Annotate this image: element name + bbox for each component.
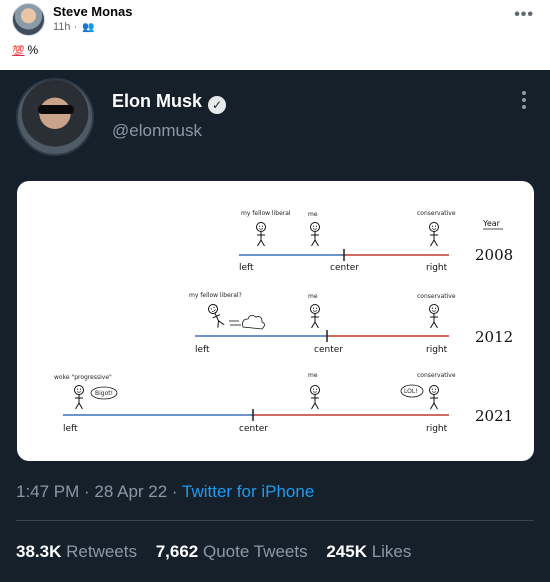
author-name[interactable]: Steve Monas — [53, 4, 132, 19]
tweet-source-link[interactable]: Twitter for iPhone — [182, 482, 314, 501]
ellipsis-icon[interactable]: ••• — [514, 6, 534, 24]
caption-conservative: conservative — [417, 372, 456, 379]
label-center: center — [330, 263, 359, 273]
post-time[interactable]: 11h — [53, 21, 71, 33]
tweet-author-name-text: Elon Musk — [112, 91, 203, 111]
divider — [16, 520, 534, 521]
label-center: center — [239, 424, 268, 434]
caption-conservative: conservative — [417, 210, 456, 217]
facebook-post-header: Steve Monas 11h · 👥 ••• 💯% — [0, 0, 550, 70]
row-2008: my fellow liberal me conservative left c… — [239, 210, 513, 273]
tweet-more-icon[interactable] — [522, 88, 528, 112]
caption-conservative: conservative — [417, 293, 456, 300]
label-left: left — [195, 345, 210, 355]
caption-me: me — [308, 372, 318, 379]
tweet-author-handle[interactable]: @elonmusk — [112, 121, 202, 141]
label-left: left — [239, 263, 254, 273]
caption-liberal: my fellow liberal? — [189, 292, 242, 299]
year-label: 2008 — [475, 246, 513, 264]
post-text-body: % — [27, 43, 39, 57]
year-label: 2012 — [475, 328, 513, 346]
tweet-card: Elon Musk ✓ @elonmusk Year my fellow lib… — [0, 70, 550, 582]
label-left: left — [63, 424, 78, 434]
row-2012: my fellow liberal? me conservative left … — [189, 292, 513, 355]
retweets-stat[interactable]: 38.3K Retweets — [16, 542, 137, 561]
tweet-avatar[interactable] — [16, 78, 94, 156]
tweet-time[interactable]: 1:47 PM · 28 Apr 22 · — [16, 482, 182, 501]
label-center: center — [314, 345, 343, 355]
caption-me: me — [308, 211, 318, 218]
political-spectrum-comic: Year my fellow liberal me conservative l… — [54, 210, 513, 434]
post-text: 💯% — [12, 43, 38, 57]
year-header: Year — [482, 219, 501, 228]
verified-badge-icon: ✓ — [208, 96, 227, 114]
hundred-emoji: 💯 — [12, 46, 25, 57]
likes-stat[interactable]: 245K Likes — [326, 542, 411, 561]
caption-liberal: my fellow liberal — [241, 210, 291, 217]
row-2021: woke "progressive" me conservative Bigot… — [54, 372, 513, 434]
label-right: right — [426, 345, 448, 355]
tweet-author-name[interactable]: Elon Musk ✓ — [112, 91, 227, 114]
tweet-timestamp: 1:47 PM · 28 Apr 22 · Twitter for iPhone — [16, 482, 314, 502]
label-right: right — [426, 424, 448, 434]
speech-bigot: Bigot! — [95, 390, 113, 397]
quote-tweets-stat[interactable]: 7,662 Quote Tweets — [156, 542, 308, 561]
tweet-stats: 38.3K Retweets 7,662 Quote Tweets 245K L… — [16, 542, 425, 562]
label-right: right — [426, 263, 448, 273]
author-avatar[interactable] — [12, 3, 45, 36]
caption-liberal: woke "progressive" — [54, 374, 112, 381]
friends-icon: 👥 — [82, 22, 95, 33]
tweet-image[interactable]: Year my fellow liberal me conservative l… — [17, 181, 534, 461]
post-meta: 11h · 👥 — [53, 21, 95, 33]
speech-lol: LOL! — [404, 388, 418, 395]
year-label: 2021 — [475, 407, 513, 425]
caption-me: me — [308, 293, 318, 300]
